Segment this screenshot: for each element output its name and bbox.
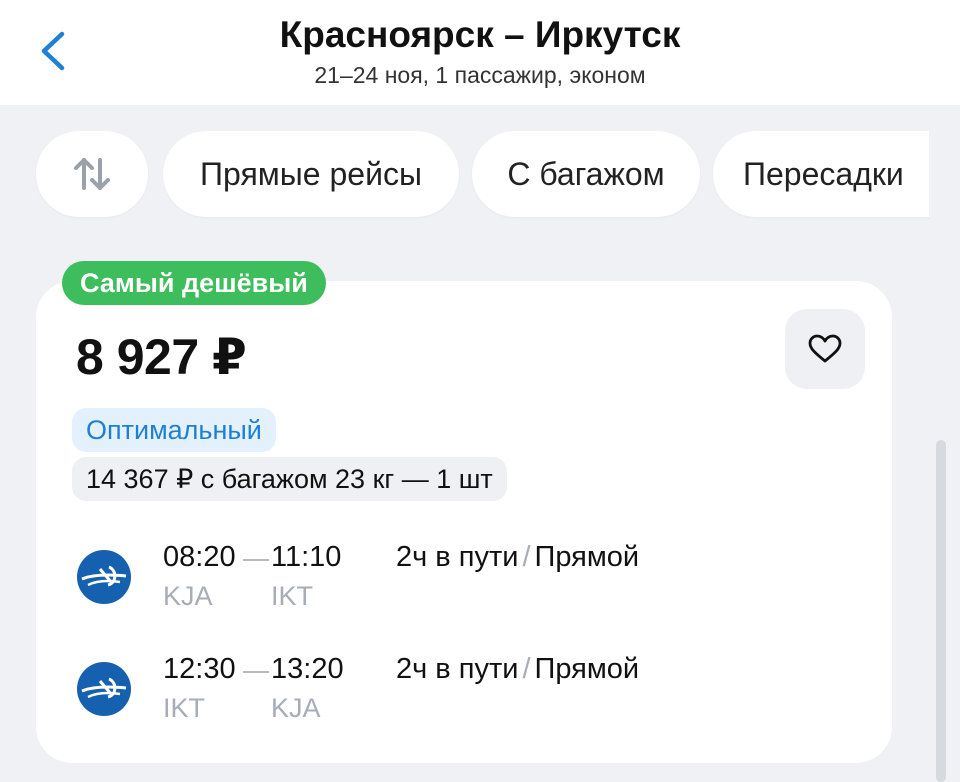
filter-chip-direct[interactable]: Прямые рейсы [163,131,459,217]
arrival-code: KJA [271,693,321,723]
filter-bar: Прямые рейсы С багажом Пересадки [0,131,929,219]
baggage-offer[interactable]: 14 367 ₽ с багажом 23 кг — 1 шт [72,457,507,501]
departure-code: KJA [163,581,213,611]
ticket-price: 8 927 ₽ [76,329,247,385]
sort-button[interactable] [36,131,148,217]
top-bar: Красноярск – Иркутск 21–24 ноя, 1 пассаж… [0,0,960,105]
cheapest-badge: Самый дешёвый [62,261,326,305]
departure-code: IKT [163,693,206,723]
duration: 2ч в пути [396,541,519,573]
filter-chip-baggage[interactable]: С багажом [472,131,700,217]
departure-time: 08:20 [163,541,236,573]
filter-chip-transfers[interactable]: Пересадки [713,131,929,217]
departure-time: 12:30 [163,653,236,685]
time-separator [243,559,269,561]
flight-type: Прямой [534,541,640,573]
aeroflot-logo-icon [77,550,131,604]
optimal-tag: Оптимальный [72,408,276,452]
time-separator [243,671,269,673]
search-params[interactable]: 21–24 ноя, 1 пассажир, эконом [0,62,960,89]
flight-segment-outbound: 08:20 11:10 KJA IKT 2ч в пути / Прямой [76,541,836,611]
arrival-code: IKT [271,581,314,611]
heart-icon [808,334,842,363]
flight-type: Прямой [534,653,640,685]
sort-arrows-icon [74,158,110,190]
duration: 2ч в пути [396,653,519,685]
flight-info: 2ч в пути / Прямой [396,541,639,574]
aeroflot-logo-icon [77,662,131,716]
arrival-time: 11:10 [271,541,342,573]
flight-info: 2ч в пути / Прямой [396,653,639,686]
flight-segment-return: 12:30 13:20 IKT KJA 2ч в пути / Прямой [76,653,836,723]
scrollbar[interactable] [936,440,946,782]
info-separator: / [522,653,531,685]
page-title: Красноярск – Иркутск [279,14,681,55]
arrival-time: 13:20 [271,653,344,685]
info-separator: / [522,541,531,573]
favorite-button[interactable] [785,309,865,389]
